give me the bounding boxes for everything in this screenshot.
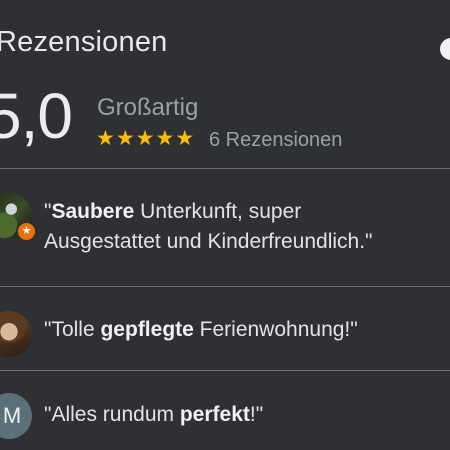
local-guide-badge-icon: ★ bbox=[16, 221, 37, 242]
avatar[interactable] bbox=[0, 311, 32, 357]
divider bbox=[0, 286, 450, 287]
star-icon: ★ bbox=[175, 127, 195, 150]
star-icon: ★ bbox=[115, 127, 135, 150]
review-line: Ausgestattet und Kinderfreundlich." bbox=[44, 227, 373, 257]
star-icon: ★ bbox=[135, 127, 155, 150]
review-line: "Tolle gepflegte Ferienwohnung!" bbox=[44, 315, 358, 345]
review-keyword: gepflegte bbox=[100, 318, 194, 341]
review-line: "Alles rundum perfekt!" bbox=[44, 400, 263, 430]
star-icon: ★ bbox=[96, 127, 115, 150]
review-text: Ferienwohnung!" bbox=[193, 318, 358, 341]
review-keyword: Saubere bbox=[51, 200, 135, 223]
rating-stars: ★ ★ ★ ★ ★ bbox=[96, 128, 194, 149]
review-text: Ausgestattet und Kinderfreundlich." bbox=[44, 230, 373, 253]
section-title: Rezensionen bbox=[0, 26, 168, 58]
star-icon: ★ bbox=[155, 127, 175, 150]
rating-score: 5,0 bbox=[0, 80, 73, 152]
review-snippet[interactable]: "Alles rundum perfekt!" bbox=[44, 400, 263, 430]
review-text: "Alles rundum bbox=[44, 403, 180, 426]
review-text: "Tolle bbox=[44, 318, 101, 341]
divider bbox=[0, 370, 450, 371]
info-icon[interactable] bbox=[440, 38, 450, 60]
rating-quality-label: Großartig bbox=[97, 94, 199, 121]
review-text: !" bbox=[249, 403, 264, 426]
review-count-link[interactable]: 6 Rezensionen bbox=[209, 129, 342, 152]
review-snippet[interactable]: "Saubere Unterkunft, super Ausgestattet u… bbox=[44, 197, 373, 257]
divider bbox=[0, 168, 450, 169]
review-line: "Saubere Unterkunft, super bbox=[44, 197, 373, 227]
avatar[interactable]: M bbox=[0, 393, 32, 439]
review-snippet[interactable]: "Tolle gepflegte Ferienwohnung!" bbox=[44, 315, 358, 345]
review-text: Unterkunft, super bbox=[134, 200, 302, 223]
review-keyword: perfekt bbox=[179, 403, 250, 426]
avatar-letter: M bbox=[2, 403, 22, 428]
